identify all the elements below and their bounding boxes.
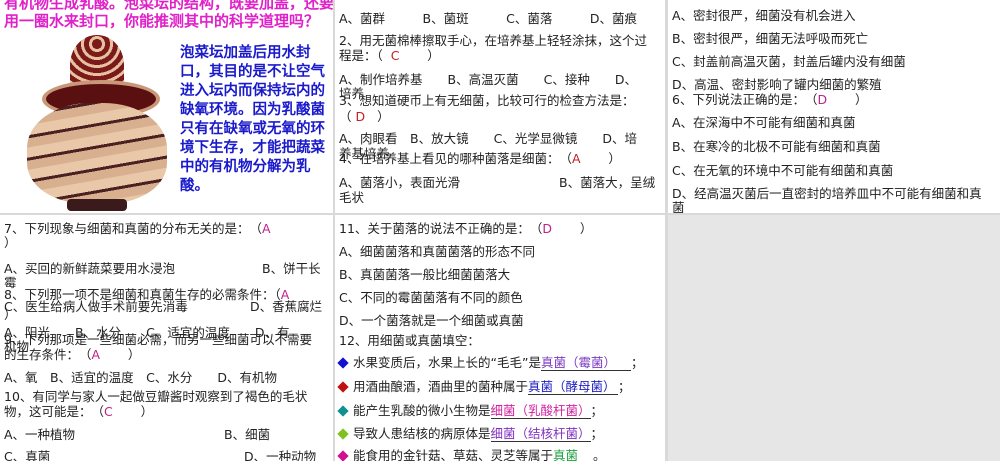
diamond-bullet-icon: [337, 357, 349, 369]
q5-option-c: C、封盖前高温灭菌，封盖后罐内没有细菌: [672, 54, 906, 69]
q7-close: ）: [4, 235, 17, 250]
q7-option-c: C、医生给病人做手术前要先消毒: [4, 299, 188, 314]
q11-option-c: C、不同的霉菌菌落有不同的颜色: [339, 290, 523, 305]
q6-option-b: B、在寒冷的北极不可能有细菌和真菌: [672, 139, 881, 154]
fill-answer: 细菌（结核杆菌）: [490, 426, 591, 442]
slide-title-line: 用一圈水来封口，你能推测其中的科学道理吗？: [4, 12, 320, 30]
slide-questions-11-12: 11、关于菌落的说法不正确的是： （D ） A、细菌菌落和真菌菌落的形态不同 B…: [335, 215, 665, 461]
q2-text: 2、用无菌棉棒擦取手心，在培养基上轻轻涂抹，这个过: [339, 33, 647, 48]
q6-option-c: C、在无氧的环境中不可能有细菌和真菌: [672, 163, 894, 178]
empty-slide: [668, 215, 1000, 461]
q3-text: 3、想知道硬币上有无细菌，比较可行的检查方法是：: [339, 93, 635, 108]
q4-answer: A: [571, 151, 581, 166]
q11-option-d: D、一个菌落就是一个细菌或真菌: [339, 313, 524, 328]
q11-option-a: A、细菌菌落和真菌菌落的形态不同: [339, 244, 536, 259]
q3-options: A、肉眼看 B、放大镜 C、光学显微镜 D、培: [339, 131, 637, 146]
slide-title-line: 有机物生成乳酸。泡菜坛的结构，既要加盖，还要: [4, 0, 333, 12]
q10-option-c: C、真菌: [4, 449, 51, 461]
q6-option-d-cont: 菌: [672, 200, 685, 213]
diamond-bullet-icon: [337, 450, 349, 461]
pickle-jar-image: [22, 35, 172, 213]
fill-answer: 细菌（乳酸杆菌）: [490, 403, 591, 419]
q7-answer: A: [261, 221, 271, 236]
q12-text: 12、用细菌或真菌填空：: [339, 333, 480, 348]
q9-text-cont: 的生存条件： （A ）: [4, 347, 141, 362]
q11-text: 11、关于菌落的说法不正确的是： （D ）: [339, 221, 593, 236]
q2-options: A、制作培养基 B、高温灭菌 C、接种 D、: [339, 72, 637, 87]
q9-options: A、氧 B、适宜的温度 C、水分 D、有机物: [4, 370, 277, 385]
q5-option-a: A、密封很严，细菌没有机会进入: [672, 8, 856, 23]
slide-questions-7-10: 7、下列现象与细菌和真菌的分布无关的是： （A ） A、买回的新鲜蔬菜要用水浸泡…: [0, 215, 333, 461]
fill-item: 用酒曲酿酒，酒曲里的菌种属于真菌（酵母菌）；: [337, 379, 631, 395]
q2-text-cont: 程是：（ C ）: [339, 48, 440, 63]
q11-option-b: B、真菌菌落一般比细菌菌落大: [339, 267, 511, 282]
fill-answer: 真菌（霉菌）: [540, 355, 631, 371]
q10-text: 10、有同学与家人一起做豆瓣酱时观察到了褐色的毛状: [4, 389, 308, 404]
diamond-bullet-icon: [337, 428, 349, 440]
fill-answer: 真菌: [553, 448, 593, 461]
q10-option-b: B、细菌: [224, 427, 271, 442]
q8-close: ）: [4, 307, 17, 322]
slide-questions-1-4: A、菌群 B、菌斑 C、菌落 D、菌痕 2、用无菌棉棒擦取手心，在培养基上轻轻涂…: [335, 0, 665, 213]
slide-pickle-jar: 有机物生成乳酸。泡菜坛的结构，既要加盖，还要 用一圈水来封口，你能推测其中的科学…: [0, 0, 333, 213]
q11-answer: D: [542, 221, 553, 236]
q10-text-cont: 物，这可能是： （C ）: [4, 404, 154, 419]
fill-item: 能食用的金针菇、草菇、灵芝等属于真菌。: [337, 448, 606, 461]
diamond-bullet-icon: [337, 405, 349, 417]
q6-option-a: A、在深海中不可能有细菌和真菌: [672, 115, 856, 130]
q3-answer: D: [355, 109, 366, 124]
q10-option-d: D、一种动物: [244, 449, 317, 461]
q7-text: 7、下列现象与细菌和真菌的分布无关的是： （A: [4, 221, 271, 236]
q6-option-d: D、经高温灭菌后一直密封的培养皿中不可能有细菌和真: [672, 186, 982, 201]
q3-answer-line: （ D ）: [339, 109, 390, 124]
q9-answer: A: [91, 347, 101, 362]
q9-text: 9、下列那项是一些细菌必需，而另一些细菌可以不需要: [4, 332, 312, 347]
q4-option-b-cont: 毛状: [339, 190, 365, 205]
q10-answer: C: [104, 404, 113, 419]
q4-option-b: B、菌落大，呈绒: [559, 175, 656, 190]
q7-option-a: A、买回的新鲜蔬菜要用水浸泡: [4, 261, 176, 276]
q7-option-b: B、饼干长: [262, 261, 321, 276]
q1-options: A、菌群 B、菌斑 C、菌落 D、菌痕: [339, 11, 637, 26]
q5-option-d: D、高温、密封影响了罐内细菌的繁殖: [672, 77, 882, 92]
q4-option-a: A、菌落小，表面光滑: [339, 175, 461, 190]
q4-text: 4、在培养基上看见的哪种菌落是细菌： （A ）: [339, 151, 621, 166]
explanation-text: 泡菜坛加盖后用水封口，其目的是不让空气进入坛内而保持坛内的缺氧环境。因为乳酸菌只…: [180, 45, 325, 194]
q5-option-b: B、密封很严，细菌无法呼吸而死亡: [672, 31, 869, 46]
q7-option-d: D、香蕉腐烂: [250, 299, 323, 314]
fill-answer: 真菌（酵母菌）: [528, 379, 619, 395]
fill-item: 能产生乳酸的微小生物是细菌（乳酸杆菌）；: [337, 403, 603, 419]
slide-questions-5-6: A、密封很严，细菌没有机会进入 B、密封很严，细菌无法呼吸而死亡 C、封盖前高温…: [668, 0, 1000, 213]
q6-answer: D: [817, 92, 828, 107]
q6-text: 6、下列说法正确的是： （D ）: [672, 92, 868, 107]
q2-answer: C: [390, 48, 400, 63]
q10-option-a: A、一种植物: [4, 427, 76, 442]
diamond-bullet-icon: [337, 381, 349, 393]
fill-item: 水果变质后，水果上长的“毛毛”是真菌（霉菌）；: [337, 355, 643, 371]
fill-item: 导致人患结核的病原体是细菌（结核杆菌）；: [337, 426, 603, 442]
